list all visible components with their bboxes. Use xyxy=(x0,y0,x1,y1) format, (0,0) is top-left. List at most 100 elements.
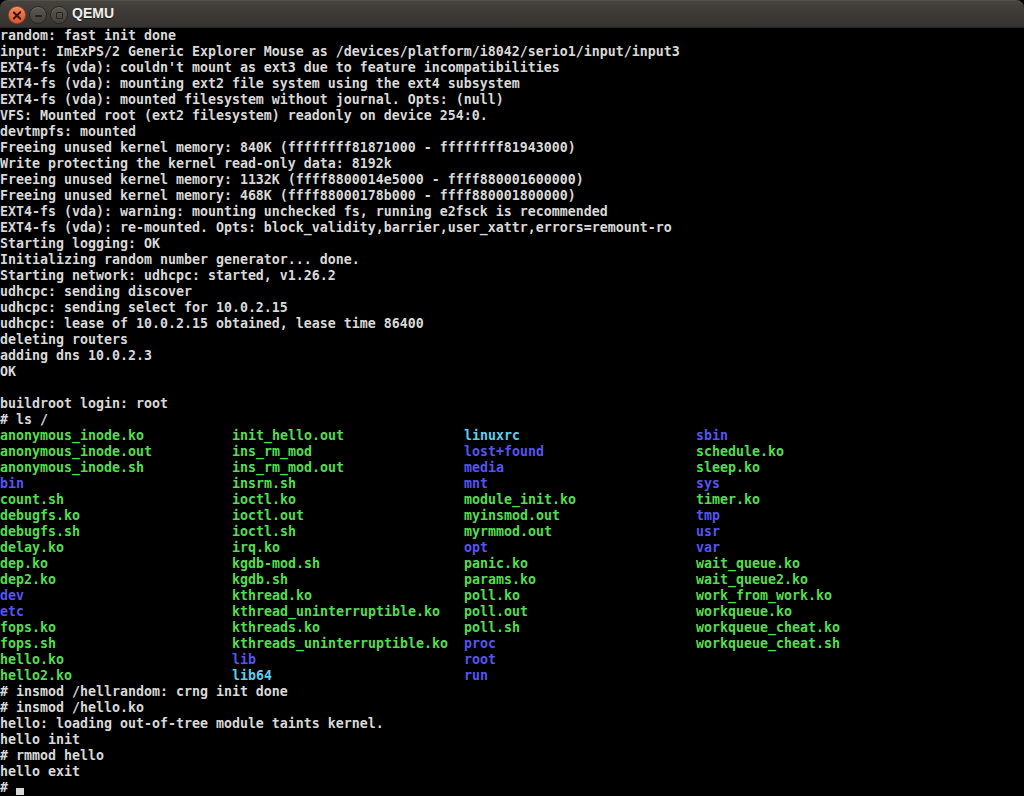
terminal-line: deleting routers xyxy=(0,332,1024,348)
minimize-icon xyxy=(35,15,42,17)
ls-entry: workqueue_cheat.ko xyxy=(696,620,840,636)
ls-entry: init_hello.out xyxy=(232,428,344,444)
ls-entry: debugfs.ko xyxy=(0,508,80,524)
ls-row: debugfs.sh ioctl.sh myrmmod.out usr xyxy=(0,524,1024,540)
terminal-line: EXT4-fs (vda): warning: mounting uncheck… xyxy=(0,204,1024,220)
minimize-button[interactable] xyxy=(29,6,47,24)
ls-row: anonymous_inode.ko init_hello.out linuxrc s… xyxy=(0,428,1024,444)
ls-row: hello2.ko lib64 run xyxy=(0,668,1024,684)
close-button[interactable] xyxy=(8,6,26,24)
ls-entry: debugfs.sh xyxy=(0,524,80,540)
maximize-icon xyxy=(56,12,63,19)
titlebar[interactable]: QEMU xyxy=(0,0,1024,28)
terminal-line: Starting logging: OK xyxy=(0,236,1024,252)
ls-entry: mnt xyxy=(464,476,488,492)
ls-entry: proc xyxy=(464,636,496,652)
qemu-window: QEMU random: fast init doneinput: ImExPS… xyxy=(0,0,1024,796)
terminal-line: hello exit xyxy=(0,764,1024,780)
ls-entry: root xyxy=(464,652,496,668)
ls-entry: etc xyxy=(0,604,24,620)
ls-entry: sbin xyxy=(696,428,728,444)
ls-entry: sys xyxy=(696,476,720,492)
terminal-line: Freeing unused kernel memory: 840K (ffff… xyxy=(0,140,1024,156)
ls-entry: var xyxy=(696,540,720,556)
ls-entry: ins_rm_mod xyxy=(232,444,312,460)
ls-row: devkthread.kopoll.kowork_from_work.ko xyxy=(0,588,1024,604)
ls-entry: dev xyxy=(0,588,24,604)
ls-entry: work_from_work.ko xyxy=(696,588,832,604)
terminal-line: VFS: Mounted root (ext2 filesystem) read… xyxy=(0,108,1024,124)
terminal-line: adding dns 10.0.2.3 xyxy=(0,348,1024,364)
ls-entry: count.sh xyxy=(0,492,64,508)
ls-entry: run xyxy=(464,668,488,684)
ls-entry: panic.ko xyxy=(464,556,528,572)
terminal-line: # ls / xyxy=(0,412,1024,428)
ls-entry: myrmmod.out xyxy=(464,524,552,540)
terminal-line: udhcpc: lease of 10.0.2.15 obtained, lea… xyxy=(0,316,1024,332)
terminal-line: input: ImExPS/2 Generic Explorer Mouse a… xyxy=(0,44,1024,60)
close-icon xyxy=(13,11,21,19)
ls-row: hello.ko lib root xyxy=(0,652,1024,668)
ls-entry: linuxrc xyxy=(464,428,520,444)
ls-entry: hello.ko xyxy=(0,652,64,668)
terminal-line: buildroot login: root xyxy=(0,396,1024,412)
ls-row: bin insrm.sh mnt sys xyxy=(0,476,1024,492)
ls-row: etckthread_uninterruptible.kopoll.outwor… xyxy=(0,604,1024,620)
ls-entry: params.ko xyxy=(464,572,536,588)
maximize-button[interactable] xyxy=(50,6,68,24)
terminal-line: random: fast init done xyxy=(0,28,1024,44)
ls-entry: media xyxy=(464,460,504,476)
ls-row: fops.kokthreads.kopoll.shworkqueue_cheat… xyxy=(0,620,1024,636)
ls-entry: ioctl.ko xyxy=(232,492,296,508)
ls-entry: wait_queue.ko xyxy=(696,556,800,572)
terminal-screen[interactable]: random: fast init doneinput: ImExPS/2 Ge… xyxy=(0,28,1024,796)
terminal-line: Freeing unused kernel memory: 468K (ffff… xyxy=(0,188,1024,204)
ls-entry: ioctl.out xyxy=(232,508,304,524)
ls-entry: insrm.sh xyxy=(232,476,296,492)
ls-entry: hello2.ko xyxy=(0,668,72,684)
terminal-line: # rmmod hello xyxy=(0,748,1024,764)
terminal-line: EXT4-fs (vda): mounted filesystem withou… xyxy=(0,92,1024,108)
ls-entry: anonymous_inode.sh xyxy=(0,460,144,476)
terminal-line: # insmod /hellrandom: crng init done xyxy=(0,684,1024,700)
ls-entry: schedule.ko xyxy=(696,444,784,460)
ls-entry: dep.ko xyxy=(0,556,48,572)
ls-entry: workqueue_cheat.sh xyxy=(696,636,840,652)
ls-row: anonymous_inode.outins_rm_modlost+founds… xyxy=(0,444,1024,460)
ls-entry: ins_rm_mod.out xyxy=(232,460,344,476)
cursor xyxy=(16,780,24,796)
ls-entry: opt xyxy=(464,540,488,556)
ls-entry: kgdb.sh xyxy=(232,572,288,588)
ls-entry: lib xyxy=(232,652,256,668)
ls-entry: tmp xyxy=(696,508,720,524)
ls-entry: usr xyxy=(696,524,720,540)
window-title: QEMU xyxy=(72,0,114,28)
ls-entry: anonymous_inode.out xyxy=(0,444,152,460)
ls-row: dep.kokgdb-mod.shpanic.kowait_queue.ko xyxy=(0,556,1024,572)
prompt-line: # xyxy=(0,780,1024,796)
ls-entry: irq.ko xyxy=(232,540,280,556)
ls-entry: poll.sh xyxy=(464,620,520,636)
ls-entry: poll.out xyxy=(464,604,528,620)
ls-entry: bin xyxy=(0,476,24,492)
ls-entry: myinsmod.out xyxy=(464,508,560,524)
ls-entry: wait_queue2.ko xyxy=(696,572,808,588)
ls-entry: ioctl.sh xyxy=(232,524,296,540)
terminal-line: Initializing random number generator... … xyxy=(0,252,1024,268)
terminal-line: udhcpc: sending select for 10.0.2.15 xyxy=(0,300,1024,316)
ls-entry: anonymous_inode.ko xyxy=(0,428,144,444)
terminal-line: hello: loading out-of-tree module taints… xyxy=(0,716,1024,732)
ls-entry: dep2.ko xyxy=(0,572,56,588)
terminal-line: EXT4-fs (vda): re-mounted. Opts: block_v… xyxy=(0,220,1024,236)
ls-entry: workqueue.ko xyxy=(696,604,792,620)
ls-entry: lib64 xyxy=(232,668,272,684)
ls-row: delay.koirq.kooptvar xyxy=(0,540,1024,556)
ls-row: dep2.ko kgdb.sh params.ko wait_queue2.ko xyxy=(0,572,1024,588)
ls-entry: fops.sh xyxy=(0,636,56,652)
ls-entry: timer.ko xyxy=(696,492,760,508)
terminal-line: devtmpfs: mounted xyxy=(0,124,1024,140)
terminal-line: # insmod /hello.ko xyxy=(0,700,1024,716)
terminal-line: hello init xyxy=(0,732,1024,748)
ls-entry: kthreads_uninterruptible.ko xyxy=(232,636,448,652)
ls-entry: fops.ko xyxy=(0,620,56,636)
